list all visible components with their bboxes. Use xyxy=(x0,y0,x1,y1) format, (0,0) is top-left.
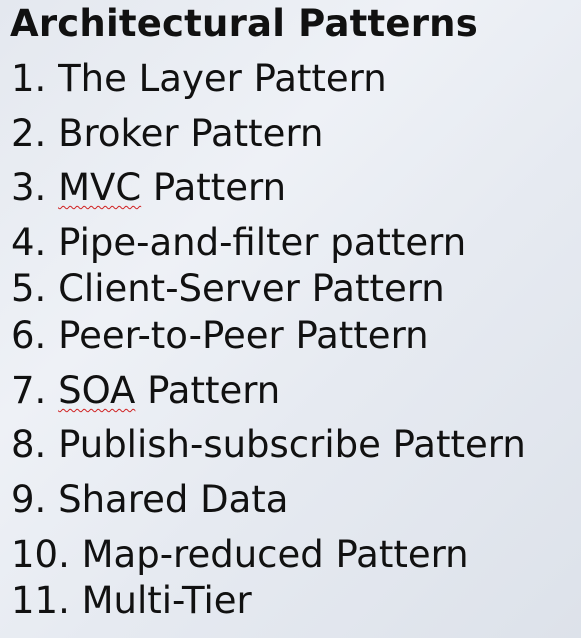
item-text: Shared Data xyxy=(58,478,289,521)
slide-title: Architectural Patterns xyxy=(10,2,478,45)
item-number: 9. xyxy=(11,478,47,521)
item-number: 7. xyxy=(11,369,47,412)
list-item-8: 8. Publish-subscribe Pattern xyxy=(11,423,526,467)
item-text: Peer-to-Peer Pattern xyxy=(58,314,429,357)
list-item-5: 5. Client-Server Pattern xyxy=(11,267,445,311)
item-number: 1. xyxy=(11,57,47,100)
list-item-3: 3. MVC Pattern xyxy=(11,166,286,210)
item-text: Map-reduced Pattern xyxy=(81,533,469,576)
item-text: Pattern xyxy=(141,166,287,209)
list-item-6: 6. Peer-to-Peer Pattern xyxy=(11,314,429,358)
list-item-10: 10. Map-reduced Pattern xyxy=(11,533,469,577)
slide: Architectural Patterns 1. The Layer Patt… xyxy=(0,0,581,638)
spellcheck-flagged-word[interactable]: SOA xyxy=(58,369,135,412)
list-item-1: 1. The Layer Pattern xyxy=(11,57,387,101)
item-text: Pattern xyxy=(135,369,281,412)
list-item-4: 4. Pipe-and-filter pattern xyxy=(11,221,466,265)
spellcheck-flagged-word[interactable]: MVC xyxy=(58,166,141,209)
item-text: Publish-subscribe Pattern xyxy=(58,423,526,466)
item-number: 8. xyxy=(11,423,47,466)
list-item-7: 7. SOA Pattern xyxy=(11,369,280,413)
item-number: 2. xyxy=(11,112,47,155)
item-number: 5. xyxy=(11,267,47,310)
list-item-11: 11. Multi-Tier xyxy=(11,579,252,623)
item-number: 3. xyxy=(11,166,47,209)
list-item-2: 2. Broker Pattern xyxy=(11,112,323,156)
item-number: 10. xyxy=(11,533,70,576)
item-text: Pipe-and-filter pattern xyxy=(58,221,467,264)
item-text: Multi-Tier xyxy=(81,579,252,622)
item-number: 6. xyxy=(11,314,47,357)
item-text: Broker Pattern xyxy=(58,112,324,155)
item-text: Client-Server Pattern xyxy=(58,267,445,310)
item-number: 4. xyxy=(11,221,47,264)
item-text: The Layer Pattern xyxy=(58,57,387,100)
item-number: 11. xyxy=(11,579,70,622)
list-item-9: 9. Shared Data xyxy=(11,478,288,522)
